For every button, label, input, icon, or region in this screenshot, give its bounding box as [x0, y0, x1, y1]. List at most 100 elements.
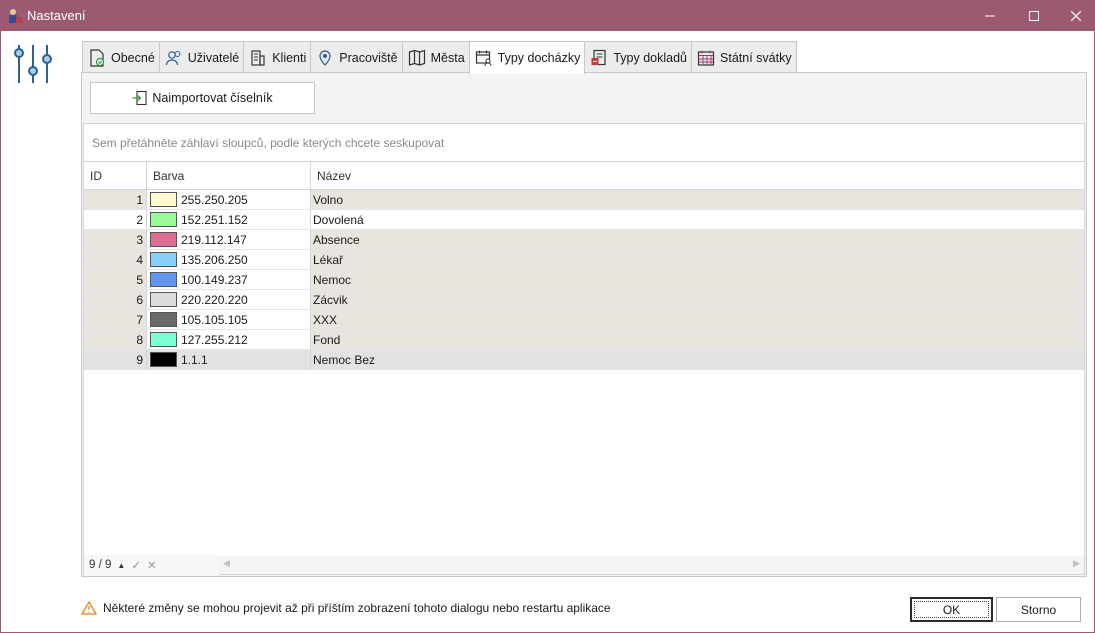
- minimize-icon: [985, 15, 995, 17]
- record-navigator: 9 / 9 ▲ ✓ ✕: [84, 555, 219, 575]
- color-swatch: [150, 252, 177, 267]
- checkmark-icon[interactable]: ✓: [131, 558, 141, 572]
- column-header-color[interactable]: Barva: [147, 162, 311, 189]
- horizontal-scrollbar[interactable]: ◀ ▶: [219, 556, 1084, 574]
- close-button[interactable]: [1053, 1, 1095, 31]
- tab-label: Klienti: [272, 50, 307, 65]
- table-row[interactable]: 4 135.206.250 Lékař: [84, 250, 1084, 270]
- table-row[interactable]: 7 105.105.105 XXX: [84, 310, 1084, 330]
- color-swatch: [150, 212, 177, 227]
- color-swatch: [150, 272, 177, 287]
- cancel-button[interactable]: Storno: [996, 597, 1081, 622]
- import-codelist-button[interactable]: Naimportovat číselník: [90, 82, 315, 114]
- scroll-left-icon[interactable]: ◀: [223, 558, 230, 569]
- cell-id: 9: [84, 350, 147, 369]
- grid-rows: 1 255.250.205 Volno 2 152.251.152 Dovole…: [84, 190, 1084, 370]
- maximize-icon: [1029, 11, 1039, 21]
- cell-color: 100.149.237: [147, 270, 311, 289]
- record-counter: 9 / 9: [89, 559, 112, 571]
- caret-up-icon[interactable]: ▲: [117, 561, 125, 570]
- cell-id: 7: [84, 310, 147, 329]
- grid-navigator: 9 / 9 ▲ ✓ ✕ ◀ ▶: [84, 555, 1084, 575]
- settings-window: Nastavení Obecné Uživatelé Klienti Praco…: [0, 0, 1095, 633]
- cell-color: 105.105.105: [147, 310, 311, 329]
- tab-obecne[interactable]: Obecné: [82, 41, 160, 73]
- tab-typy-dokladu[interactable]: Typy dokladů: [584, 41, 693, 73]
- table-row[interactable]: 1 255.250.205 Volno: [84, 190, 1084, 210]
- cell-id: 5: [84, 270, 147, 289]
- maximize-button[interactable]: [1011, 1, 1057, 31]
- color-swatch: [150, 332, 177, 347]
- color-value: 219.112.147: [181, 232, 247, 247]
- title-bar[interactable]: Nastavení: [1, 1, 1094, 31]
- settings-sliders-icon: [14, 45, 52, 83]
- building-icon: [248, 48, 268, 68]
- table-row[interactable]: 3 219.112.147 Absence: [84, 230, 1084, 250]
- cell-id: 6: [84, 290, 147, 309]
- attendance-types-grid: Sem přetáhněte záhlaví sloupců, podle kt…: [83, 123, 1085, 575]
- cell-name: Nemoc Bez: [311, 350, 1084, 369]
- color-value: 255.250.205: [181, 192, 248, 207]
- warning-text: Některé změny se mohou projevit až při p…: [103, 601, 611, 615]
- window-title: Nastavení: [27, 8, 86, 23]
- tab-label: Typy dokladů: [613, 50, 688, 65]
- color-swatch: [150, 312, 177, 327]
- color-swatch: [150, 192, 177, 207]
- color-swatch: [150, 352, 177, 367]
- cell-name: XXX: [311, 310, 1084, 329]
- scroll-right-icon[interactable]: ▶: [1073, 558, 1080, 569]
- group-by-panel[interactable]: Sem přetáhněte záhlaví sloupců, podle kt…: [84, 124, 1084, 162]
- tab-pracoviste[interactable]: Pracoviště: [310, 41, 403, 73]
- calendar-grid-icon: [696, 48, 716, 68]
- users-icon: [164, 48, 184, 68]
- cell-color: 152.251.152: [147, 210, 311, 229]
- table-row[interactable]: 6 220.220.220 Zácvik: [84, 290, 1084, 310]
- cell-color: 219.112.147: [147, 230, 311, 249]
- cell-color: 255.250.205: [147, 190, 311, 209]
- color-value: 100.149.237: [181, 272, 248, 287]
- cell-name: Nemoc: [311, 270, 1084, 289]
- color-value: 220.220.220: [181, 292, 248, 307]
- tab-mesta[interactable]: Města: [401, 41, 470, 73]
- document-check-icon: [87, 48, 107, 68]
- tab-label: Státní svátky: [720, 50, 792, 65]
- table-row[interactable]: 2 152.251.152 Dovolená: [84, 210, 1084, 230]
- cell-name: Volno: [311, 190, 1084, 209]
- map-icon: [407, 48, 427, 68]
- grid-header: ID Barva Název: [84, 162, 1084, 190]
- cell-id: 4: [84, 250, 147, 269]
- tab-statni-svatky[interactable]: Státní svátky: [691, 41, 797, 73]
- color-value: 127.255.212: [181, 332, 248, 347]
- column-header-name[interactable]: Název: [311, 162, 1084, 189]
- color-value: 105.105.105: [181, 312, 248, 327]
- tab-label: Obecné: [111, 50, 155, 65]
- app-icon: [9, 9, 22, 23]
- location-pin-icon: [315, 48, 335, 68]
- table-row[interactable]: 8 127.255.212 Fond: [84, 330, 1084, 350]
- cell-id: 1: [84, 190, 147, 209]
- cancel-x-icon[interactable]: ✕: [147, 558, 157, 572]
- tab-klienti[interactable]: Klienti: [243, 41, 312, 73]
- color-value: 1.1.1: [181, 352, 208, 367]
- tab-label: Města: [430, 50, 465, 65]
- table-row[interactable]: 5 100.149.237 Nemoc: [84, 270, 1084, 290]
- tab-label: Pracoviště: [339, 50, 398, 65]
- column-header-id[interactable]: ID: [84, 162, 147, 189]
- cell-name: Absence: [311, 230, 1084, 249]
- color-value: 135.206.250: [181, 252, 248, 267]
- tab-typy-dochazky[interactable]: Typy docházky: [468, 41, 586, 74]
- cell-color: 135.206.250: [147, 250, 311, 269]
- table-row-selected[interactable]: 9 1.1.1 Nemoc Bez: [84, 350, 1084, 370]
- import-button-label: Naimportovat číselník: [152, 91, 273, 105]
- cell-color: 127.255.212: [147, 330, 311, 349]
- cell-id: 8: [84, 330, 147, 349]
- cell-name: Dovolená: [311, 210, 1084, 229]
- ok-button[interactable]: OK: [910, 597, 993, 622]
- import-icon: [132, 90, 147, 106]
- cell-name: Fond: [311, 330, 1084, 349]
- minimize-button[interactable]: [967, 1, 1013, 31]
- settings-tabs: Obecné Uživatelé Klienti Pracoviště Měst…: [82, 41, 797, 74]
- tab-uzivatele[interactable]: Uživatelé: [158, 41, 245, 73]
- receipt-icon: [589, 48, 609, 68]
- color-swatch: [150, 232, 177, 247]
